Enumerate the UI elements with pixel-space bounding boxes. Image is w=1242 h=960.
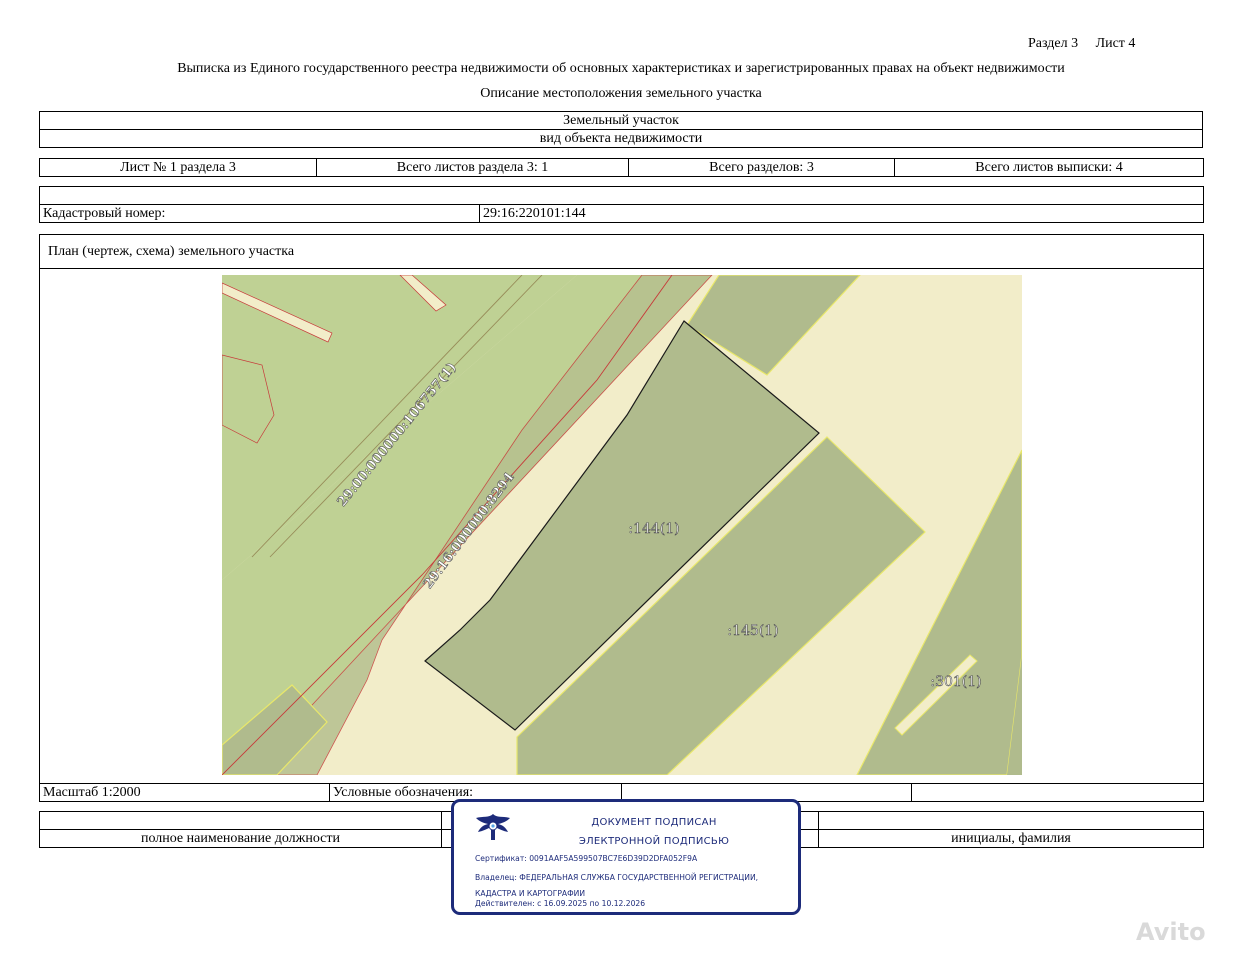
document-title: Выписка из Единого государственного реес… bbox=[177, 61, 1065, 76]
stamp-owner: Владелец: ФЕДЕРАЛЬНАЯ СЛУЖБА ГОСУДАРСТВЕ… bbox=[475, 873, 759, 898]
electronic-signature-stamp: ДОКУМЕНТ ПОДПИСАН ЭЛЕКТРОННОЙ ПОДПИСЬЮ С… bbox=[451, 799, 801, 915]
total-extract-sheets: Всего листов выписки: 4 bbox=[894, 158, 1204, 177]
cadastral-map: 29:00:000000:106757(1) 29:16:000000:8294… bbox=[222, 275, 1022, 775]
sheet-info-table: Лист № 1 раздела 3 Всего листов раздела … bbox=[39, 158, 1204, 177]
cadastral-label: Кадастровый номер: bbox=[39, 204, 480, 223]
document-subtitle: Описание местоположения земельного участ… bbox=[480, 86, 762, 101]
total-section-sheets: Всего листов раздела 3: 1 bbox=[316, 158, 629, 177]
eagle-emblem-icon bbox=[473, 810, 513, 844]
total-sections: Всего разделов: 3 bbox=[628, 158, 895, 177]
name-blank bbox=[818, 811, 1204, 830]
object-type-value: Земельный участок bbox=[39, 111, 1203, 130]
label-parcel-145: :145(1) bbox=[727, 623, 778, 639]
scale-label: Масштаб 1:2000 bbox=[39, 783, 330, 802]
cadastral-table: Кадастровый номер: 29:16:220101:144 bbox=[39, 186, 1204, 223]
sheet-no: Лист № 1 раздела 3 bbox=[39, 158, 317, 177]
legend-cell-2 bbox=[911, 783, 1204, 802]
position-label: полное наименование должности bbox=[39, 829, 442, 848]
label-parcel-144: :144(1) bbox=[628, 521, 679, 537]
avito-watermark: Avito bbox=[1136, 918, 1206, 946]
name-label: инициалы, фамилия bbox=[818, 829, 1204, 848]
stamp-certificate: Сертификат: 0091AAF5A599507BC7E6D39D2DFA… bbox=[475, 854, 698, 863]
sheet-number: Лист 4 bbox=[1095, 36, 1136, 51]
blank-row bbox=[39, 186, 1204, 205]
label-parcel-301: :301(1) bbox=[930, 674, 981, 690]
object-type-table: Земельный участок вид объекта недвижимос… bbox=[39, 111, 1203, 148]
object-type-label: вид объекта недвижимости bbox=[39, 129, 1203, 148]
stamp-subtitle: ЭЛЕКТРОННОЙ ПОДПИСЬЮ bbox=[578, 836, 730, 847]
plan-title: План (чертеж, схема) земельного участка bbox=[48, 244, 295, 259]
section-number: Раздел 3 bbox=[1028, 36, 1079, 51]
plan-header: План (чертеж, схема) земельного участка bbox=[40, 235, 1203, 269]
position-blank bbox=[39, 811, 442, 830]
map-svg: 29:00:000000:106757(1) 29:16:000000:8294… bbox=[222, 275, 1022, 775]
cadastral-value: 29:16:220101:144 bbox=[479, 204, 1204, 223]
section-sheet-header: Раздел 3 Лист 4 bbox=[1028, 36, 1135, 52]
stamp-title: ДОКУМЕНТ ПОДПИСАН bbox=[591, 817, 717, 828]
stamp-validity: Действителен: с 16.09.2025 по 10.12.2026 bbox=[475, 899, 646, 908]
